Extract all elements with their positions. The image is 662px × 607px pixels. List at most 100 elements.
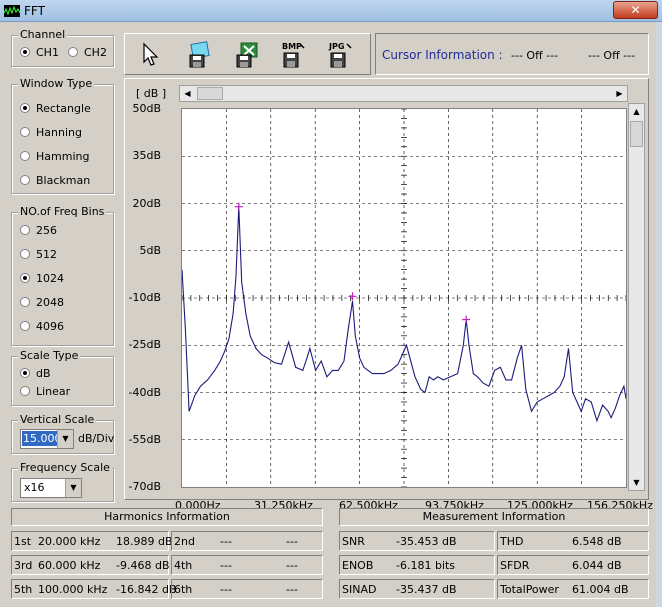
scale-type-label: Scale Type — [18, 349, 81, 362]
harmonic-marker — [234, 202, 243, 211]
jpg-icon-label: JPG — [328, 42, 344, 51]
bmp-icon-label: BMP — [282, 42, 302, 51]
fft-app-icon — [4, 5, 20, 17]
harmonic-order: 1st — [14, 535, 32, 548]
radio-bins-4096[interactable]: 4096 — [20, 319, 64, 333]
harmonic-order: 2nd — [174, 535, 195, 548]
vertical-scrollbar[interactable]: ▲ ▼ — [628, 103, 645, 491]
harmonic-marker — [462, 315, 471, 324]
vertical-scale-group: Vertical Scale 15.000 ▼ dB/Div — [11, 413, 114, 454]
radio-bins-256[interactable]: 256 — [20, 223, 57, 237]
y-tick-label: 20dB — [132, 196, 161, 210]
harmonic-level: --- — [286, 583, 298, 596]
measurement-header: Measurement Information — [339, 508, 649, 526]
fft-client-area: Channel CH1 CH2 Window Type Rectangle Ha… — [0, 22, 656, 607]
harmonic-frequency: --- — [220, 535, 232, 548]
vertical-scroll-thumb[interactable] — [630, 121, 643, 147]
harmonic-row: 3rd 60.000 kHz -9.468 dB — [11, 555, 170, 575]
scroll-right-icon[interactable]: ▶ — [612, 86, 627, 101]
measurement-name: TotalPower — [500, 583, 559, 596]
harmonic-marker — [348, 292, 357, 301]
radio-hanning[interactable]: Hanning — [20, 125, 82, 139]
y-tick-label: -55dB — [128, 432, 162, 446]
harmonic-level: --- — [286, 559, 298, 572]
plot-frame — [181, 108, 627, 488]
save-disk-icon[interactable] — [182, 38, 216, 72]
freq-bins-group: NO.of Freq Bins 256 512 1024 2048 4096 — [11, 205, 114, 346]
close-button[interactable]: ✕ — [613, 1, 658, 19]
freq-bins-label: NO.of Freq Bins — [18, 205, 107, 218]
channel-label: Channel — [18, 28, 68, 41]
excel-export-icon[interactable] — [229, 38, 263, 72]
vertical-scale-label: Vertical Scale — [18, 413, 97, 426]
harmonic-row: 1st 20.000 kHz 18.989 dB — [11, 531, 173, 551]
harmonic-row: 6th --- --- — [171, 579, 323, 599]
y-tick-label: 35dB — [132, 149, 161, 163]
vertical-scale-select[interactable]: 15.000 ▼ — [20, 429, 74, 449]
radio-blackman[interactable]: Blackman — [20, 173, 90, 187]
y-tick-label: 5dB — [139, 243, 161, 257]
y-tick-label: -25dB — [128, 338, 162, 352]
measurement-row: SINAD -35.437 dB — [339, 579, 495, 599]
measurement-value: -6.181 bits — [396, 559, 456, 572]
harmonic-level: -16.842 dB — [116, 583, 177, 596]
window-type-group: Window Type Rectangle Hanning Hamming Bl… — [11, 77, 114, 194]
fft-spectrum-plot — [181, 108, 627, 488]
y-tick-label: -40dB — [128, 385, 162, 399]
scroll-up-icon[interactable]: ▲ — [629, 104, 644, 119]
y-tick-label: -10dB — [128, 291, 162, 304]
radio-bins-1024[interactable]: 1024 — [20, 271, 64, 285]
bmp-export-icon[interactable]: BMP — [276, 38, 310, 72]
harmonic-order: 4th — [174, 559, 193, 572]
harmonic-order: 3rd — [14, 559, 33, 572]
harmonic-row: 4th --- --- — [171, 555, 323, 575]
radio-ch1[interactable]: CH1 — [20, 45, 59, 59]
measurement-row: ENOB -6.181 bits — [339, 555, 495, 575]
harmonic-frequency: --- — [220, 583, 232, 596]
radio-bins-512[interactable]: 512 — [20, 247, 57, 261]
radio-linear[interactable]: Linear — [20, 384, 70, 398]
radio-db[interactable]: dB — [20, 366, 51, 380]
cursor-information-panel: Cursor Information : --- Off --- --- Off… — [375, 33, 649, 75]
harmonic-frequency: 20.000 kHz — [38, 535, 101, 548]
chevron-down-icon[interactable]: ▼ — [57, 430, 73, 448]
pointer-icon[interactable] — [133, 38, 167, 72]
measurement-row: SNR -35.453 dB — [339, 531, 495, 551]
radio-bins-2048[interactable]: 2048 — [20, 295, 64, 309]
measurement-value: 61.004 dB — [572, 583, 629, 596]
scroll-left-icon[interactable]: ◀ — [180, 86, 195, 101]
toolbar: BMP JPG — [124, 33, 371, 75]
radio-rectangle[interactable]: Rectangle — [20, 101, 91, 115]
frequency-scale-value: x16 — [24, 481, 45, 494]
harmonic-frequency: 60.000 kHz — [38, 559, 101, 572]
horizontal-scrollbar[interactable]: ◀ ▶ — [179, 85, 628, 102]
fft-chart-panel: [ dB ] ◀ ▶ ▲ ▼ 50dB 35dB 20dB 5dB -10dB -25dB… — [124, 78, 653, 512]
chevron-down-icon[interactable]: ▼ — [65, 479, 81, 497]
harmonic-row: 5th 100.000 kHz -16.842 dB — [11, 579, 176, 599]
horizontal-scroll-thumb[interactable] — [197, 87, 223, 100]
measurement-name: SNR — [342, 535, 365, 548]
jpg-export-icon[interactable]: JPG — [323, 38, 357, 72]
measurement-name: SFDR — [500, 559, 530, 572]
scroll-down-icon[interactable]: ▼ — [629, 475, 644, 490]
cursor-value-1: --- Off --- — [511, 49, 559, 62]
measurement-value: -35.437 dB — [396, 583, 457, 596]
harmonic-level: 18.989 dB — [116, 535, 173, 548]
channel-group: Channel CH1 CH2 — [11, 28, 114, 67]
harmonic-frequency: 100.000 kHz — [38, 583, 108, 596]
y-axis-unit-label: [ dB ] — [136, 87, 167, 100]
measurement-value: -35.453 dB — [396, 535, 457, 548]
frequency-scale-select[interactable]: x16 ▼ — [20, 478, 82, 498]
measurement-value: 6.044 dB — [572, 559, 622, 572]
radio-hamming[interactable]: Hamming — [20, 149, 89, 163]
harmonic-order: 6th — [174, 583, 193, 596]
window-title: FFT — [24, 4, 45, 18]
measurement-row: TotalPower 61.004 dB — [497, 579, 649, 599]
measurement-name: THD — [500, 535, 524, 548]
measurement-row: SFDR 6.044 dB — [497, 555, 649, 575]
radio-ch2[interactable]: CH2 — [68, 45, 107, 59]
cursor-info-label: Cursor Information : — [382, 48, 503, 62]
frequency-scale-label: Frequency Scale — [18, 461, 112, 474]
measurement-name: ENOB — [342, 559, 374, 572]
measurement-value: 6.548 dB — [572, 535, 622, 548]
